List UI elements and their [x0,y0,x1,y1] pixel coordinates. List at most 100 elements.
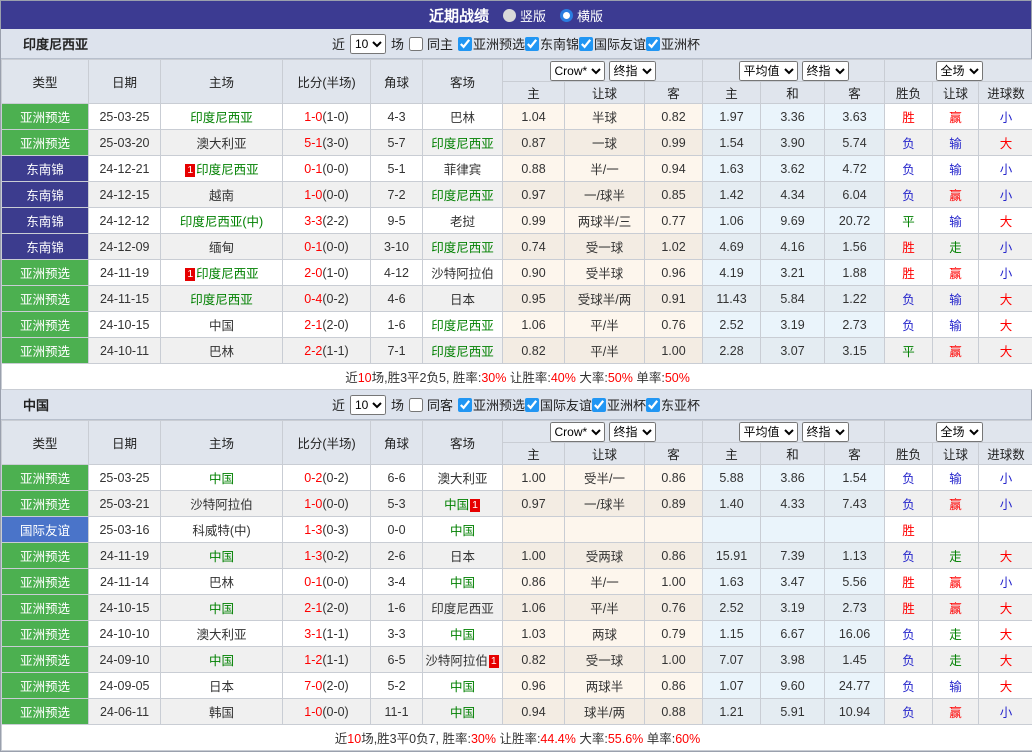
league-filter-3[interactable]: 东亚杯 [646,395,700,414]
final-odds-select[interactable]: 终指 [609,422,656,442]
team-link[interactable]: 科威特(中) [192,524,250,538]
team-link[interactable]: 中国 [450,524,475,538]
team-link[interactable]: 中国 [450,680,475,694]
team-link[interactable]: 印度尼西亚 [196,163,259,177]
league-filter-0[interactable]: 亚洲预选 [458,395,525,414]
crow-away-odds: 1.02 [645,234,703,260]
avg-away-odds: 1.13 [825,543,885,569]
avg-draw-odds: 9.60 [761,673,825,699]
radio-selected-icon[interactable] [503,9,516,22]
team-link[interactable]: 澳大利亚 [196,137,246,151]
same-away-filter[interactable]: 同客 [409,395,453,414]
team-link[interactable]: 中国 [450,576,475,590]
team-link[interactable]: 印度尼西亚 [431,137,494,151]
result-goals: 大 [979,621,1032,647]
fulltime-select[interactable]: 全场 [936,61,983,81]
team-link[interactable]: 缅甸 [209,241,234,255]
horizontal-layout-radio[interactable]: 横版 [560,6,603,25]
team-link[interactable]: 日本 [450,550,475,564]
team-link[interactable]: 巴林 [209,345,234,359]
rounds-select[interactable]: 10 [350,34,386,54]
team-link[interactable]: 中国 [209,550,234,564]
team-link[interactable]: 印度尼西亚(中) [180,215,263,229]
sub-col-outcome: 胜负 [885,82,933,104]
sub-col-outcome: 胜负 [885,443,933,465]
league-filter-2[interactable]: 国际友谊 [579,34,646,53]
team-link[interactable]: 中国 [209,602,234,616]
final-odds-select-2[interactable]: 终指 [802,61,849,81]
league-filter-0[interactable]: 亚洲预选 [458,34,525,53]
same-home-filter[interactable]: 同主 [409,34,453,53]
avg-away-odds: 1.88 [825,260,885,286]
league-checkbox-2[interactable] [592,398,606,412]
team-link[interactable]: 印度尼西亚 [431,602,494,616]
team-link[interactable]: 日本 [450,293,475,307]
match-row: 亚洲预选24-10-10澳大利亚3-1(1-1)3-3中国1.03两球0.791… [2,621,1032,647]
team-link[interactable]: 沙特阿拉伯 [190,498,253,512]
league-filter-3[interactable]: 亚洲杯 [646,34,700,53]
col-date: 日期 [89,421,161,465]
average-select[interactable]: 平均值 [739,422,798,442]
team-link[interactable]: 印度尼西亚 [190,111,253,125]
match-row: 亚洲预选25-03-20澳大利亚5-1(3-0)5-7印度尼西亚0.87一球0.… [2,130,1032,156]
final-odds-select[interactable]: 终指 [609,61,656,81]
bookmaker-select[interactable]: Crow* [550,422,605,442]
league-checkbox-0[interactable] [458,398,472,412]
team-link[interactable]: 中国 [450,628,475,642]
league-checkbox-3[interactable] [646,37,660,51]
team-link[interactable]: 菲律宾 [444,163,482,177]
avg-draw-odds: 7.39 [761,543,825,569]
type-badge-cell: 亚洲预选 [2,312,89,338]
team-link[interactable]: 中国 [450,706,475,720]
fulltime-select[interactable]: 全场 [936,422,983,442]
team-link[interactable]: 巴林 [450,111,475,125]
rounds-select[interactable]: 10 [350,395,386,415]
average-select[interactable]: 平均值 [739,61,798,81]
fulltime-score: 1-0 [304,705,322,719]
avg-draw-odds: 3.47 [761,569,825,595]
league-filter-1[interactable]: 东南锦 [525,34,579,53]
team-link[interactable]: 日本 [209,680,234,694]
same-home-checkbox[interactable] [409,37,423,51]
crow-header-cell: Crow*终指 [503,421,703,443]
avg-away-odds: 3.63 [825,104,885,130]
team-link[interactable]: 中国 [209,319,234,333]
final-odds-select-2[interactable]: 终指 [802,422,849,442]
league-checkbox-0[interactable] [458,37,472,51]
team-link[interactable]: 中国 [209,472,234,486]
avg-draw-odds: 3.62 [761,156,825,182]
vertical-layout-radio[interactable]: 竖版 [503,6,546,25]
team-link[interactable]: 老挝 [450,215,475,229]
team-link[interactable]: 印度尼西亚 [431,345,494,359]
same-away-checkbox[interactable] [409,398,423,412]
team-link[interactable]: 印度尼西亚 [431,319,494,333]
bookmaker-select[interactable]: Crow* [550,61,605,81]
team-link[interactable]: 中国 [209,654,234,668]
crow-away-odds: 0.88 [645,699,703,725]
league-checkbox-2[interactable] [579,37,593,51]
indonesia-filter-controls: 近 10 场 同主 亚洲预选东南锦国际友谊亚洲杯 [332,34,700,54]
team-link[interactable]: 中国 [444,498,469,512]
team-link[interactable]: 澳大利亚 [196,628,246,642]
team-link[interactable]: 澳大利亚 [437,472,487,486]
crow-handicap: 受一球 [565,234,645,260]
team-link[interactable]: 沙特阿拉伯 [425,654,488,668]
team-link[interactable]: 越南 [209,189,234,203]
result-handicap [933,517,979,543]
league-filter-1[interactable]: 国际友谊 [525,395,592,414]
team-link[interactable]: 印度尼西亚 [196,267,259,281]
team-link[interactable]: 巴林 [209,576,234,590]
radio-unselected-icon[interactable] [560,9,573,22]
summary-text: 50% [665,371,690,385]
team-link[interactable]: 印度尼西亚 [431,189,494,203]
score-cell: 3-1(1-1) [283,621,371,647]
league-checkbox-1[interactable] [525,398,539,412]
team-link[interactable]: 沙特阿拉伯 [431,267,494,281]
league-checkbox-3[interactable] [646,398,660,412]
league-filter-2[interactable]: 亚洲杯 [592,395,646,414]
league-checkbox-1[interactable] [525,37,539,51]
away-team-cell: 中国 [423,699,503,725]
team-link[interactable]: 韩国 [209,706,234,720]
team-link[interactable]: 印度尼西亚 [431,241,494,255]
team-link[interactable]: 印度尼西亚 [190,293,253,307]
